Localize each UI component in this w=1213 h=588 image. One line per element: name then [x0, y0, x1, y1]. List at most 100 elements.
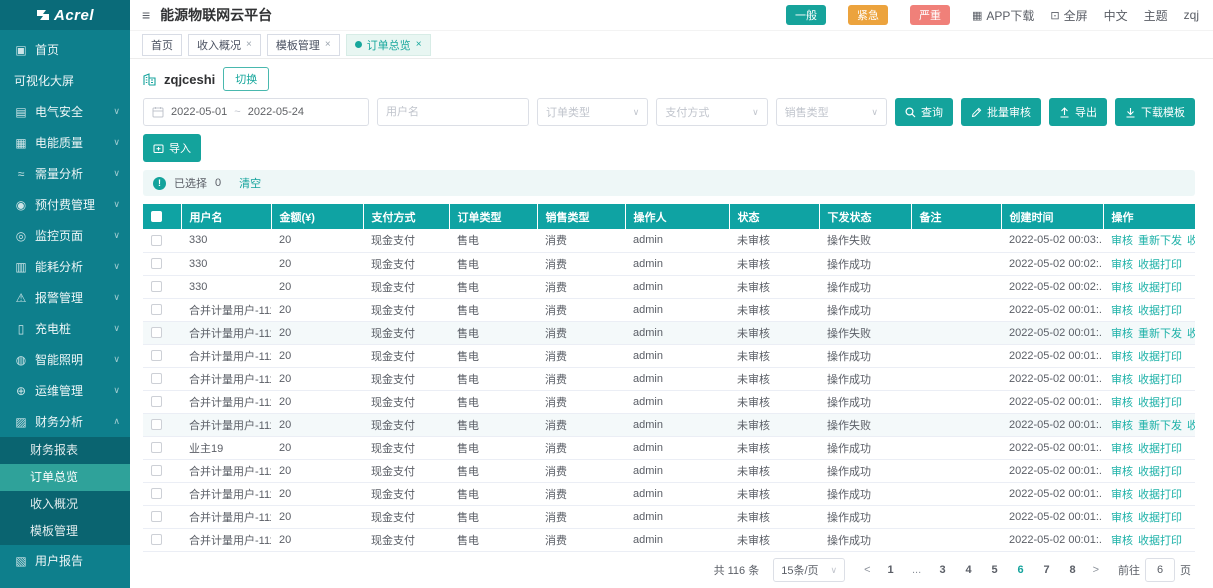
close-icon[interactable]: × [325, 39, 331, 50]
prev-page-button[interactable]: < [859, 564, 875, 576]
close-icon[interactable]: × [416, 39, 422, 50]
row-checkbox[interactable] [151, 488, 162, 499]
next-page-button[interactable]: > [1088, 564, 1104, 576]
sidebar-item-12[interactable]: ▨财务分析∧ [0, 406, 130, 437]
row-checkbox[interactable] [151, 396, 162, 407]
sidebar-item-9[interactable]: ▯充电桩∨ [0, 313, 130, 344]
switch-org-button[interactable]: 切换 [223, 67, 269, 91]
sidebar-subitem-2[interactable]: 收入概况 [0, 491, 130, 518]
page-4[interactable]: 4 [960, 564, 978, 576]
action-link-1[interactable]: 收据打印 [1138, 466, 1182, 478]
action-link-1[interactable]: 收据打印 [1138, 282, 1182, 294]
sidebar-item-1[interactable]: 可视化大屏 [0, 65, 130, 96]
page-5[interactable]: 5 [986, 564, 1004, 576]
page-8[interactable]: 8 [1064, 564, 1082, 576]
date-start[interactable]: 2022-05-01 [171, 106, 227, 118]
query-button[interactable]: 查询 [895, 98, 953, 126]
row-checkbox[interactable] [151, 235, 162, 246]
action-link-1[interactable]: 收据打印 [1138, 512, 1182, 524]
sale-type-select[interactable]: 销售类型∨ [776, 98, 887, 126]
action-link-1[interactable]: 收据打印 [1138, 259, 1182, 271]
username-input[interactable] [386, 106, 520, 118]
row-checkbox[interactable] [151, 258, 162, 269]
export-button[interactable]: 导出 [1049, 98, 1107, 126]
row-checkbox[interactable] [151, 419, 162, 430]
sidebar-collapse-icon[interactable]: ≡ [142, 7, 150, 23]
action-link-1[interactable]: 重新下发 [1138, 328, 1182, 340]
action-link-0[interactable]: 审核 [1111, 282, 1133, 294]
action-link-0[interactable]: 审核 [1111, 466, 1133, 478]
close-icon[interactable]: × [246, 39, 252, 50]
row-checkbox[interactable] [151, 442, 162, 453]
sidebar-item-7[interactable]: ▥能耗分析∨ [0, 251, 130, 282]
action-link-1[interactable]: 收据打印 [1138, 489, 1182, 501]
date-end[interactable]: 2022-05-24 [248, 106, 304, 118]
sidebar-subitem-1[interactable]: 订单总览 [0, 464, 130, 491]
action-link-1[interactable]: 收据打印 [1138, 535, 1182, 547]
sidebar-item-11[interactable]: ⊕运维管理∨ [0, 375, 130, 406]
clear-selection-link[interactable]: 清空 [239, 175, 261, 191]
page-size-select[interactable]: 15条/页 ∨ [773, 558, 845, 582]
action-link-0[interactable]: 审核 [1111, 305, 1133, 317]
goto-page-input[interactable] [1145, 558, 1175, 582]
action-link-2[interactable]: 收据打印 [1187, 420, 1195, 432]
action-link-1[interactable]: 收据打印 [1138, 374, 1182, 386]
action-link-0[interactable]: 审核 [1111, 443, 1133, 455]
sidebar-item-5[interactable]: ◉预付费管理∨ [0, 189, 130, 220]
header-link-theme[interactable]: 主题 [1144, 7, 1168, 24]
action-link-0[interactable]: 审核 [1111, 351, 1133, 363]
tab-0[interactable]: 首页 [142, 34, 182, 56]
header-link-fullscreen[interactable]: ⊡全屏 [1050, 7, 1087, 24]
date-range-picker[interactable]: 2022-05-01 ~ 2022-05-24 [143, 98, 369, 126]
action-link-0[interactable]: 审核 [1111, 512, 1133, 524]
tab-1[interactable]: 收入概况× [188, 34, 261, 56]
row-checkbox[interactable] [151, 281, 162, 292]
sidebar-item-0[interactable]: ▣首页 [0, 34, 130, 65]
download-template-button[interactable]: 下载模板 [1115, 98, 1195, 126]
row-checkbox[interactable] [151, 327, 162, 338]
order-type-select[interactable]: 订单类型∨ [537, 98, 648, 126]
action-link-1[interactable]: 重新下发 [1138, 235, 1182, 247]
pay-method-select[interactable]: 支付方式∨ [656, 98, 767, 126]
sidebar-subitem-3[interactable]: 模板管理 [0, 518, 130, 545]
page-6[interactable]: 6 [1012, 564, 1030, 576]
action-link-0[interactable]: 审核 [1111, 235, 1133, 247]
tab-3[interactable]: 订单总览× [346, 34, 431, 56]
row-checkbox[interactable] [151, 511, 162, 522]
action-link-2[interactable]: 收据打印 [1187, 328, 1195, 340]
action-link-0[interactable]: 审核 [1111, 374, 1133, 386]
sidebar-subitem-0[interactable]: 财务报表 [0, 437, 130, 464]
action-link-0[interactable]: 审核 [1111, 328, 1133, 340]
row-checkbox[interactable] [151, 465, 162, 476]
page-1[interactable]: 1 [882, 564, 900, 576]
page-7[interactable]: 7 [1038, 564, 1056, 576]
sidebar-item-6[interactable]: ◎监控页面∨ [0, 220, 130, 251]
sidebar-item-4[interactable]: ≈需量分析∨ [0, 158, 130, 189]
import-button[interactable]: 导入 [143, 134, 201, 162]
alarm-badge-general[interactable]: 一般 [786, 5, 826, 25]
action-link-0[interactable]: 审核 [1111, 420, 1133, 432]
sidebar-item-3[interactable]: ▦电能质量∨ [0, 127, 130, 158]
header-link-app-download[interactable]: ▦APP下载 [972, 7, 1034, 24]
alarm-badge-critical[interactable]: 严重 [910, 5, 950, 25]
action-link-1[interactable]: 收据打印 [1138, 397, 1182, 409]
sidebar-item-13[interactable]: ▧用户报告 [0, 545, 130, 576]
action-link-1[interactable]: 收据打印 [1138, 443, 1182, 455]
action-link-2[interactable]: 收据打印 [1187, 235, 1195, 247]
action-link-1[interactable]: 收据打印 [1138, 305, 1182, 317]
row-checkbox[interactable] [151, 534, 162, 545]
row-checkbox[interactable] [151, 304, 162, 315]
action-link-0[interactable]: 审核 [1111, 489, 1133, 501]
header-link-language[interactable]: 中文 [1104, 7, 1128, 24]
row-checkbox[interactable] [151, 350, 162, 361]
alarm-badge-urgent[interactable]: 紧急 [848, 5, 888, 25]
page-3[interactable]: 3 [934, 564, 952, 576]
sidebar-item-8[interactable]: ⚠报警管理∨ [0, 282, 130, 313]
action-link-0[interactable]: 审核 [1111, 397, 1133, 409]
tab-2[interactable]: 模板管理× [267, 34, 340, 56]
action-link-0[interactable]: 审核 [1111, 259, 1133, 271]
brand-logo[interactable]: Acrel [0, 0, 130, 30]
header-link-user[interactable]: zqj [1184, 8, 1199, 22]
batch-audit-button[interactable]: 批量审核 [961, 98, 1041, 126]
action-link-0[interactable]: 审核 [1111, 535, 1133, 547]
